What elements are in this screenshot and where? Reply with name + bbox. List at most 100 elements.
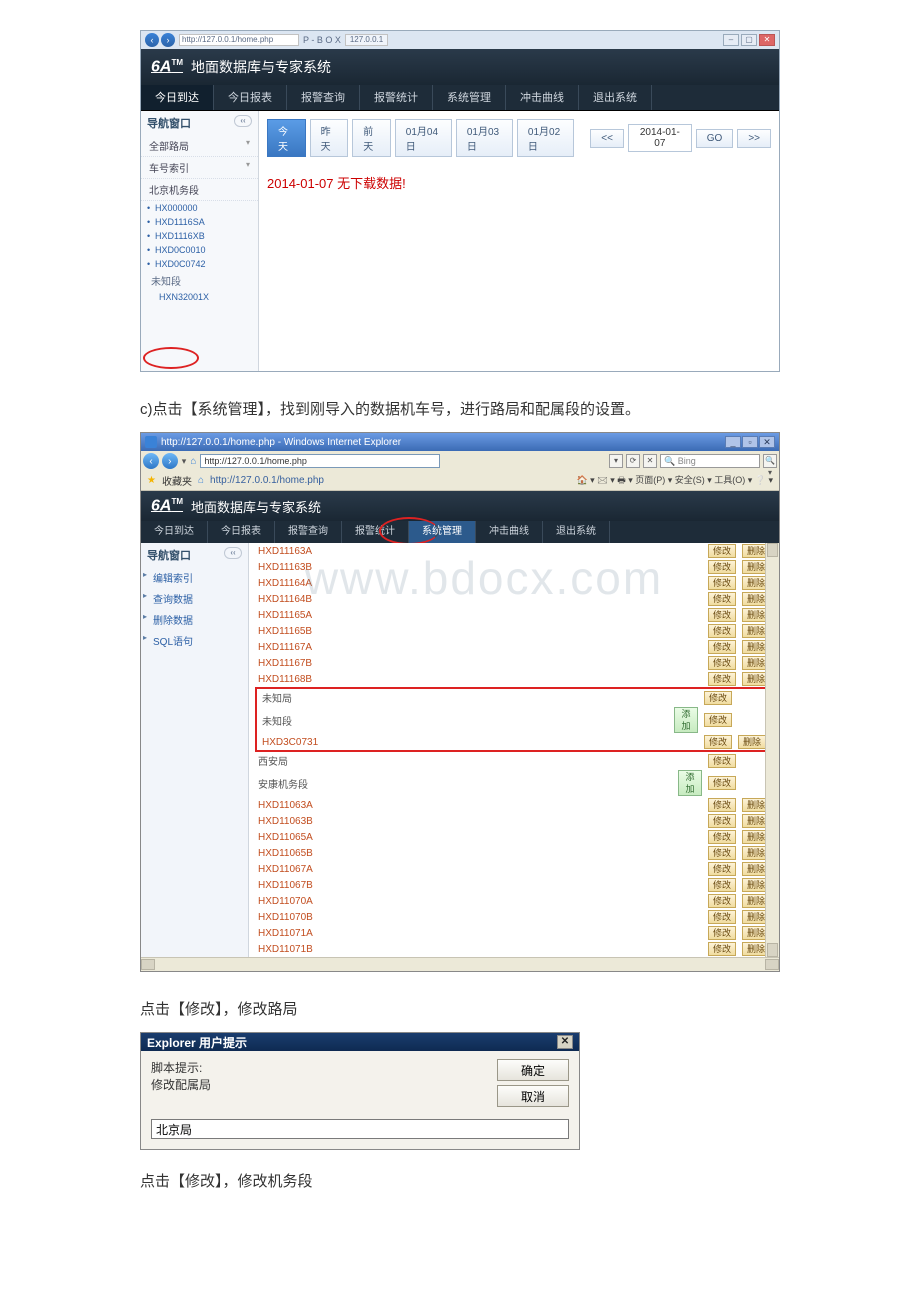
minimize-button[interactable]: – [723,34,739,46]
date-0103[interactable]: 01月03日 [456,119,513,157]
favorites-label[interactable]: 收藏夹 [162,473,192,488]
tree-item[interactable]: HXD0C0742 [141,257,258,271]
modify-button[interactable]: 修改 [708,910,736,924]
tree-unknown-section[interactable]: 未知段 [141,271,258,290]
sidebar-beijing-depot[interactable]: 北京机务段 [141,179,258,201]
browser-tab[interactable]: 127.0.0.1 [345,34,388,46]
search-input[interactable]: 🔍 Bing [660,454,760,468]
back-button[interactable]: ‹ [143,453,159,469]
nav-impact-curve[interactable]: 冲击曲线 [506,85,579,110]
date-next[interactable]: >> [737,129,771,148]
back-button[interactable]: ‹ [145,33,159,47]
modify-button[interactable]: 修改 [708,640,736,654]
modify-button[interactable]: 修改 [708,926,736,940]
group-ankang-depot[interactable]: 安康机务段 [255,769,675,797]
dropdown-icon[interactable]: ▾ [609,454,623,468]
fwd-button[interactable]: › [162,453,178,469]
nav-today-arrive[interactable]: 今日到达 [141,85,214,110]
sidebar-delete-data[interactable]: 删除数据 [141,609,248,630]
modify-button[interactable]: 修改 [708,672,736,686]
modify-button[interactable]: 修改 [708,878,736,892]
nav-impact-curve[interactable]: 冲击曲线 [476,521,543,543]
group-unknown-bureau[interactable]: 未知局 [259,689,671,706]
modify-button[interactable]: 修改 [708,798,736,812]
nav-today-report[interactable]: 今日报表 [214,85,287,110]
modify-button[interactable]: 修改 [708,846,736,860]
modify-button[interactable]: 修改 [708,776,736,790]
fwd-button[interactable]: › [161,33,175,47]
delete-button[interactable]: 删除 [738,735,766,749]
modify-button[interactable]: 修改 [708,830,736,844]
modify-button[interactable]: 修改 [704,691,732,705]
group-unknown-section[interactable]: 未知段 [259,706,671,734]
modify-button[interactable]: 修改 [708,894,736,908]
nav-alarm-query[interactable]: 报警查询 [275,521,342,543]
nav-alarm-stat[interactable]: 报警统计 [360,85,433,110]
address-bar[interactable]: http://127.0.0.1/home.php [179,34,299,46]
sidebar-edit-index[interactable]: 编辑索引 [141,567,248,588]
dialog-input[interactable] [151,1119,569,1139]
close-button[interactable]: ✕ [557,1035,573,1049]
fav-url[interactable]: http://127.0.0.1/home.php [210,475,324,486]
modify-button[interactable]: 修改 [708,814,736,828]
nav-alarm-query[interactable]: 报警查询 [287,85,360,110]
date-go[interactable]: GO [696,129,734,148]
nav-system-manage[interactable]: 系统管理 [433,85,506,110]
tree-item[interactable]: HX000000 [141,201,258,215]
group-xian-bureau[interactable]: 西安局 [255,752,675,769]
sidebar-all-bureau[interactable]: 全部路局▾ [141,135,258,157]
date-0102[interactable]: 01月02日 [517,119,574,157]
date-yesterday[interactable]: 昨天 [310,119,349,157]
tree-last-item[interactable]: HXN32001X [141,290,258,304]
modify-button[interactable]: 修改 [708,544,736,558]
date-0104[interactable]: 01月04日 [395,119,452,157]
collapse-icon[interactable]: ‹‹ [234,115,252,127]
ie-right-menu[interactable]: 🏠 ▾ 🖂 ▾ 🖶 ▾ 页面(P) ▾ 安全(S) ▾ 工具(O) ▾ ❔ ▾ [576,473,773,489]
nav-logout[interactable]: 退出系统 [543,521,610,543]
modify-button[interactable]: 修改 [708,576,736,590]
cancel-button[interactable]: 取消 [497,1085,569,1107]
stop-icon[interactable]: ✕ [643,454,657,468]
date-prev[interactable]: << [590,129,624,148]
tree-item[interactable]: HXD1116XB [141,229,258,243]
modify-button[interactable]: 修改 [708,754,736,768]
horizontal-scrollbar[interactable] [141,957,779,971]
ok-button[interactable]: 确定 [497,1059,569,1081]
tree-item[interactable]: HXD0C0010 [141,243,258,257]
sidebar-train-index[interactable]: 车号索引▾ [141,157,258,179]
nav-today-arrive[interactable]: 今日到达 [141,521,208,543]
nav-logout[interactable]: 退出系统 [579,85,652,110]
search-go-icon[interactable]: 🔍▾ [763,454,777,468]
close-button[interactable]: ✕ [759,34,775,46]
nav-alarm-stat[interactable]: 报警统计 [342,521,409,543]
date-today[interactable]: 今天 [267,119,306,157]
modify-button[interactable]: 修改 [708,656,736,670]
maximize-button[interactable]: ▢ [741,34,757,46]
close-button[interactable]: ✕ [759,436,775,448]
tree-item[interactable]: HXD1116SA [141,215,258,229]
nav-today-report[interactable]: 今日报表 [208,521,275,543]
sidebar-query-data[interactable]: 查询数据 [141,588,248,609]
modify-button[interactable]: 修改 [708,608,736,622]
nav-arrows: ‹ › [145,33,175,47]
address-bar[interactable]: http://127.0.0.1/home.php [200,454,440,468]
modify-button[interactable]: 修改 [704,713,732,727]
minimize-button[interactable]: _ [725,436,741,448]
add-button[interactable]: 添加 [678,770,702,796]
modify-button[interactable]: 修改 [708,942,736,956]
modify-button[interactable]: 修改 [708,862,736,876]
modify-button[interactable]: 修改 [708,560,736,574]
date-daybefore[interactable]: 前天 [352,119,391,157]
add-button[interactable]: 添加 [674,707,698,733]
maximize-button[interactable]: ▫ [742,436,758,448]
train-item[interactable]: HXD3C0731 [259,734,671,750]
refresh-icon[interactable]: ⟳ [626,454,640,468]
sidebar-sql[interactable]: SQL语句 [141,630,248,651]
vertical-scrollbar[interactable] [765,543,779,957]
modify-button[interactable]: 修改 [704,735,732,749]
modify-button[interactable]: 修改 [708,624,736,638]
nav-system-manage[interactable]: 系统管理 [409,521,476,543]
modify-button[interactable]: 修改 [708,592,736,606]
collapse-icon[interactable]: ‹‹ [224,547,242,559]
date-input[interactable]: 2014-01-07 [628,124,692,152]
